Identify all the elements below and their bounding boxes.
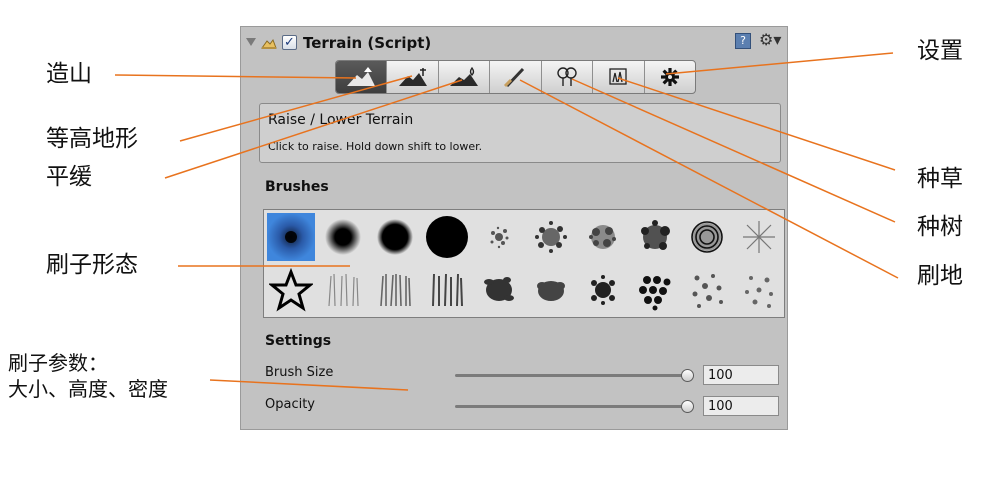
tool-terrain-settings-button[interactable] <box>643 61 695 93</box>
annotation-brush-shape: 刷子形态 <box>46 252 138 278</box>
opacity-slider-track[interactable] <box>455 405 687 408</box>
annotation-brush-params-line1: 刷子参数： <box>8 351 108 375</box>
brush-splatter-3[interactable] <box>579 213 627 261</box>
brush-splatter-1[interactable] <box>475 213 523 261</box>
opacity-label: Opacity <box>265 397 316 412</box>
brush-dots[interactable] <box>631 266 679 314</box>
brush-size-label: Brush Size <box>265 365 334 380</box>
brush-hard-round-medium[interactable] <box>371 213 419 261</box>
paint-brush-icon <box>504 67 525 88</box>
paint-height-icon <box>398 68 427 86</box>
tool-description-title: Raise / Lower Terrain <box>268 112 414 128</box>
tool-description-box: Raise / Lower Terrain Click to raise. Ho… <box>259 103 781 163</box>
annotation-raise-terrain: 造山 <box>46 61 92 87</box>
raise-terrain-icon <box>347 67 376 86</box>
tool-description-hint: Click to raise. Hold down shift to lower… <box>268 140 483 153</box>
settings-cog-icon <box>660 68 679 86</box>
brush-hard-round-large[interactable] <box>423 213 471 261</box>
tool-raise-lower-terrain-button[interactable] <box>336 61 387 93</box>
brush-grass-3[interactable] <box>423 266 471 314</box>
brush-grass-2[interactable] <box>371 266 419 314</box>
annotation-brush-params-line2: 大小、高度、密度 <box>8 377 168 401</box>
brush-soft-round-medium[interactable] <box>319 213 367 261</box>
tool-paint-height-button[interactable] <box>386 61 437 93</box>
brush-grass-1[interactable] <box>319 266 367 314</box>
annotation-paint-height: 等高地形 <box>46 126 138 152</box>
tool-paint-details-button[interactable] <box>592 61 643 93</box>
tree-icon <box>557 67 577 86</box>
brush-splatter-2[interactable] <box>527 213 575 261</box>
annotation-smooth: 平缓 <box>46 164 92 190</box>
terrain-tool-toolbar <box>335 60 696 94</box>
brush-soft-round-small[interactable] <box>267 213 315 261</box>
grass-detail-icon <box>609 68 627 85</box>
brush-speckle-1[interactable] <box>579 266 627 314</box>
brush-scatter-2[interactable] <box>735 266 783 314</box>
opacity-field[interactable] <box>703 396 779 416</box>
foldout-arrow-icon[interactable] <box>246 38 256 46</box>
settings-section-label: Settings <box>265 333 332 349</box>
smooth-height-icon <box>450 66 479 86</box>
brush-leafy-2[interactable] <box>527 266 575 314</box>
annotation-paint-details: 种草 <box>917 166 963 192</box>
annotation-settings: 设置 <box>917 38 963 64</box>
tool-paint-texture-button[interactable] <box>489 61 540 93</box>
component-enabled-checkbox[interactable]: ✓ <box>282 35 297 50</box>
terrain-inspector-panel: ✓ Terrain (Script) ? ⚙▾ Raise / Lower Te… <box>240 26 788 430</box>
brush-star-burst[interactable] <box>735 213 783 261</box>
brush-leafy-1[interactable] <box>475 266 523 314</box>
brush-size-slider-track[interactable] <box>455 374 687 377</box>
brush-splatter-4[interactable] <box>631 213 679 261</box>
component-title: Terrain (Script) <box>303 34 432 52</box>
tool-smooth-height-button[interactable] <box>437 61 489 93</box>
annotation-brush-params: 刷子参数： 大小、高度、密度 <box>8 350 168 402</box>
brushes-section-label: Brushes <box>265 179 329 195</box>
brush-grid <box>263 209 785 318</box>
component-settings-gear-icon[interactable]: ⚙▾ <box>759 30 781 49</box>
component-header: ✓ Terrain (Script) ? ⚙▾ <box>241 27 787 61</box>
terrain-component-icon <box>261 38 277 49</box>
brush-scatter-1[interactable] <box>683 266 731 314</box>
brush-size-slider-thumb[interactable] <box>680 369 694 382</box>
tool-place-trees-button[interactable] <box>540 61 592 93</box>
brush-star-outline[interactable] <box>267 266 315 314</box>
opacity-slider-thumb[interactable] <box>680 400 694 413</box>
brush-size-field[interactable] <box>703 365 779 385</box>
brush-rings[interactable] <box>683 213 731 261</box>
help-icon[interactable]: ? <box>735 33 751 49</box>
annotation-paint-texture: 刷地 <box>917 263 963 289</box>
annotation-place-trees: 种树 <box>917 214 963 240</box>
